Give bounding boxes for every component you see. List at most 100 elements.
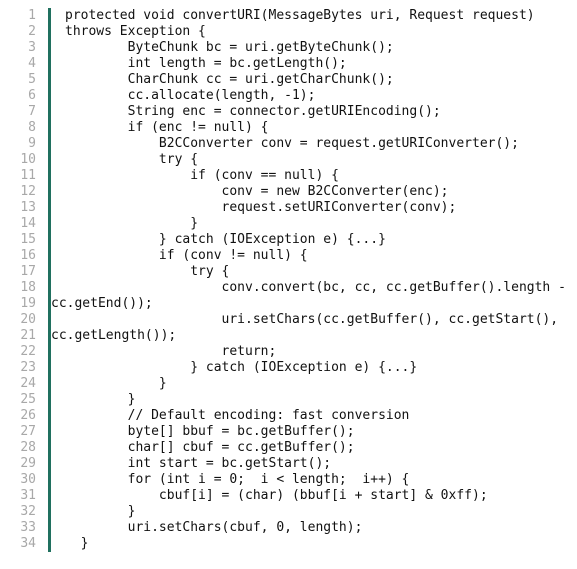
line-number: 6 (0, 88, 51, 104)
code-line-row[interactable]: 17 try { (0, 264, 577, 280)
code-line-text[interactable]: try { (50, 264, 577, 280)
code-line-row[interactable]: 7 String enc = connector.getURIEncoding(… (0, 104, 577, 120)
code-line-row[interactable]: 32 } (0, 504, 577, 520)
code-line-row[interactable]: 26 // Default encoding: fast conversion (0, 408, 577, 424)
code-line-text[interactable]: if (conv != null) { (50, 248, 577, 264)
line-number: 1 (0, 8, 51, 24)
code-line-row[interactable]: 31 cbuf[i] = (char) (bbuf[i + start] & 0… (0, 488, 577, 504)
code-line-row[interactable]: 33 uri.setChars(cbuf, 0, length); (0, 520, 577, 536)
code-line-row[interactable]: 21 cc.getLength()); (0, 328, 577, 344)
code-line-row[interactable]: 5 CharChunk cc = uri.getCharChunk(); (0, 72, 577, 88)
code-line-row[interactable]: 18 conv.convert(bc, cc, cc.getBuffer().l… (0, 280, 577, 296)
code-line-row[interactable]: 16 if (conv != null) { (0, 248, 577, 264)
line-number: 8 (0, 120, 51, 136)
code-line-row[interactable]: 30 for (int i = 0; i < length; i++) { (0, 472, 577, 488)
code-line-text[interactable]: } (50, 392, 577, 408)
line-number: 18 (0, 280, 51, 296)
line-number: 9 (0, 136, 51, 152)
code-line-row[interactable]: 15 } catch (IOException e) {...} (0, 232, 577, 248)
line-number: 5 (0, 72, 51, 88)
code-line-row[interactable]: 12 conv = new B2CConverter(enc); (0, 184, 577, 200)
code-line-text[interactable]: char[] cbuf = cc.getBuffer(); (50, 440, 577, 456)
code-line-row[interactable]: 11 if (conv == null) { (0, 168, 577, 184)
line-number: 13 (0, 200, 51, 216)
code-line-text[interactable]: cc.allocate(length, -1); (50, 88, 577, 104)
code-line-text[interactable]: } (50, 216, 577, 232)
line-number: 30 (0, 472, 51, 488)
code-line-text[interactable]: conv.convert(bc, cc, cc.getBuffer().leng… (50, 280, 577, 296)
line-number: 2 (0, 24, 51, 40)
line-number: 11 (0, 168, 51, 184)
code-line-text[interactable]: } catch (IOException e) {...} (50, 232, 577, 248)
code-line-row[interactable]: 22 return; (0, 344, 577, 360)
line-number: 32 (0, 504, 51, 520)
code-line-text[interactable]: uri.setChars(cc.getBuffer(), cc.getStart… (50, 312, 577, 328)
code-line-text[interactable]: return; (50, 344, 577, 360)
code-line-text[interactable]: throws Exception { (50, 24, 577, 40)
line-number: 14 (0, 216, 51, 232)
code-line-text[interactable]: CharChunk cc = uri.getCharChunk(); (50, 72, 577, 88)
line-number: 28 (0, 440, 51, 456)
code-line-row[interactable]: 8 if (enc != null) { (0, 120, 577, 136)
code-line-text[interactable]: if (enc != null) { (50, 120, 577, 136)
line-number: 29 (0, 456, 51, 472)
code-viewer[interactable]: 1 protected void convertURI(MessageBytes … (0, 0, 577, 569)
code-line-row[interactable]: 24 } (0, 376, 577, 392)
code-line-text[interactable]: } (50, 504, 577, 520)
code-line-text[interactable]: byte[] bbuf = bc.getBuffer(); (50, 424, 577, 440)
code-line-text[interactable]: B2CConverter conv = request.getURIConver… (50, 136, 577, 152)
line-number: 19 (0, 296, 51, 312)
code-line-text[interactable]: ByteChunk bc = uri.getByteChunk(); (50, 40, 577, 56)
code-line-row[interactable]: 2 throws Exception { (0, 24, 577, 40)
code-line-continuation[interactable]: cc.getLength()); (50, 328, 577, 344)
line-number: 23 (0, 360, 51, 376)
code-line-text[interactable]: conv = new B2CConverter(enc); (50, 184, 577, 200)
code-line-row[interactable]: 27 byte[] bbuf = bc.getBuffer(); (0, 424, 577, 440)
code-line-row[interactable]: 28 char[] cbuf = cc.getBuffer(); (0, 440, 577, 456)
line-number: 34 (0, 536, 51, 552)
line-number: 17 (0, 264, 51, 280)
code-line-text[interactable]: int length = bc.getLength(); (50, 56, 577, 72)
line-number: 20 (0, 312, 51, 328)
code-line-text[interactable]: int start = bc.getStart(); (50, 456, 577, 472)
code-line-text[interactable]: for (int i = 0; i < length; i++) { (50, 472, 577, 488)
code-line-text[interactable]: } (50, 376, 577, 392)
code-line-row[interactable]: 13 request.setURIConverter(conv); (0, 200, 577, 216)
code-line-row[interactable]: 20 uri.setChars(cc.getBuffer(), cc.getSt… (0, 312, 577, 328)
code-listing-body: 1 protected void convertURI(MessageBytes … (0, 8, 577, 552)
code-line-text[interactable]: String enc = connector.getURIEncoding(); (50, 104, 577, 120)
line-number: 21 (0, 328, 51, 344)
code-line-row[interactable]: 4 int length = bc.getLength(); (0, 56, 577, 72)
code-line-row[interactable]: 3 ByteChunk bc = uri.getByteChunk(); (0, 40, 577, 56)
line-number: 22 (0, 344, 51, 360)
line-number: 24 (0, 376, 51, 392)
line-number: 7 (0, 104, 51, 120)
code-line-text[interactable]: try { (50, 152, 577, 168)
line-number: 33 (0, 520, 51, 536)
code-line-continuation[interactable]: cc.getEnd()); (50, 296, 577, 312)
code-line-text[interactable]: // Default encoding: fast conversion (50, 408, 577, 424)
code-line-text[interactable]: } (50, 536, 577, 552)
code-line-text[interactable]: if (conv == null) { (50, 168, 577, 184)
code-line-row[interactable]: 19 cc.getEnd()); (0, 296, 577, 312)
line-number: 15 (0, 232, 51, 248)
line-number: 31 (0, 488, 51, 504)
line-number: 12 (0, 184, 51, 200)
code-listing-table: 1 protected void convertURI(MessageBytes … (0, 8, 577, 552)
code-line-row[interactable]: 34 } (0, 536, 577, 552)
code-line-row[interactable]: 9 B2CConverter conv = request.getURIConv… (0, 136, 577, 152)
code-line-text[interactable]: request.setURIConverter(conv); (50, 200, 577, 216)
code-line-row[interactable]: 10 try { (0, 152, 577, 168)
code-line-row[interactable]: 25 } (0, 392, 577, 408)
code-line-text[interactable]: uri.setChars(cbuf, 0, length); (50, 520, 577, 536)
code-line-row[interactable]: 14 } (0, 216, 577, 232)
code-line-row[interactable]: 6 cc.allocate(length, -1); (0, 88, 577, 104)
code-line-row[interactable]: 1 protected void convertURI(MessageBytes … (0, 8, 577, 24)
code-line-text[interactable]: } catch (IOException e) {...} (50, 360, 577, 376)
code-line-text[interactable]: protected void convertURI(MessageBytes u… (50, 8, 577, 24)
code-line-row[interactable]: 29 int start = bc.getStart(); (0, 456, 577, 472)
code-line-row[interactable]: 23 } catch (IOException e) {...} (0, 360, 577, 376)
line-number: 26 (0, 408, 51, 424)
code-line-text[interactable]: cbuf[i] = (char) (bbuf[i + start] & 0xff… (50, 488, 577, 504)
line-number: 25 (0, 392, 51, 408)
